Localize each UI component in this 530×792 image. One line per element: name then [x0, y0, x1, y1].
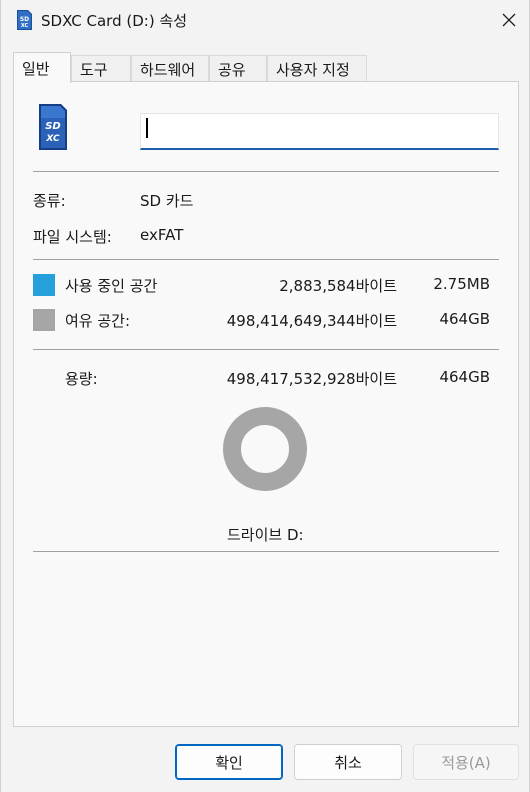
ok-button[interactable]: 확인: [175, 744, 283, 780]
window-title: SDXC Card (D:) 속성: [41, 12, 188, 30]
svg-text:SD: SD: [20, 16, 29, 23]
capacity-bytes: 498,417,532,928바이트: [226, 370, 397, 388]
apply-button[interactable]: 적용(A): [413, 744, 519, 780]
drive-letter-label: 드라이브 D:: [227, 526, 304, 544]
free-space-short: 464GB: [439, 310, 490, 328]
svg-text:SD: SD: [45, 121, 61, 132]
used-space-bytes: 2,883,584바이트: [279, 277, 397, 295]
tab-customize[interactable]: 사용자 지정: [267, 55, 367, 82]
type-label: 종류:: [33, 192, 66, 210]
file-system-label: 파일 시스템:: [33, 228, 112, 246]
file-system-value: exFAT: [140, 226, 184, 244]
free-space-ring: [223, 407, 307, 491]
used-space-swatch: [33, 274, 55, 296]
separator: [33, 171, 499, 172]
close-button[interactable]: [489, 2, 529, 38]
svg-text:XC: XC: [45, 134, 60, 144]
sdxc-card-icon: SD XC: [39, 104, 67, 150]
general-panel: [13, 81, 519, 727]
close-icon: [502, 13, 516, 27]
drive-name-input[interactable]: [140, 113, 499, 150]
sdxc-card-icon: SD XC: [17, 10, 32, 30]
tab-sharing[interactable]: 공유: [209, 55, 267, 82]
type-value: SD 카드: [140, 192, 194, 210]
separator: [33, 349, 499, 350]
tab-label: 사용자 지정: [276, 60, 350, 79]
tab-hardware[interactable]: 하드웨어: [131, 55, 209, 82]
used-space-short: 2.75MB: [433, 275, 490, 293]
free-space-swatch: [33, 309, 55, 331]
separator: [33, 259, 499, 260]
capacity-short: 464GB: [439, 368, 490, 386]
free-space-bytes: 498,414,649,344바이트: [226, 312, 397, 330]
tab-tools[interactable]: 도구: [71, 55, 131, 82]
tab-bar: 일반 도구 하드웨어 공유 사용자 지정: [13, 52, 519, 83]
separator: [33, 551, 499, 552]
capacity-label: 용량:: [65, 370, 98, 388]
tab-label: 일반: [22, 59, 50, 78]
text-caret: [146, 118, 148, 138]
title-bar: SD XC SDXC Card (D:) 속성: [1, 0, 529, 40]
free-space-label: 여유 공간:: [65, 312, 131, 330]
tab-general[interactable]: 일반: [13, 52, 71, 83]
properties-window: SD XC SDXC Card (D:) 속성 일반 도구 하드웨어 공유 사용…: [0, 0, 530, 792]
tab-label: 도구: [80, 60, 108, 79]
tab-label: 공유: [218, 60, 246, 79]
svg-text:XC: XC: [21, 23, 29, 29]
tab-label: 하드웨어: [140, 60, 196, 79]
cancel-button[interactable]: 취소: [294, 744, 402, 780]
usage-donut-chart: [223, 407, 307, 491]
used-space-label: 사용 중인 공간: [65, 277, 158, 295]
